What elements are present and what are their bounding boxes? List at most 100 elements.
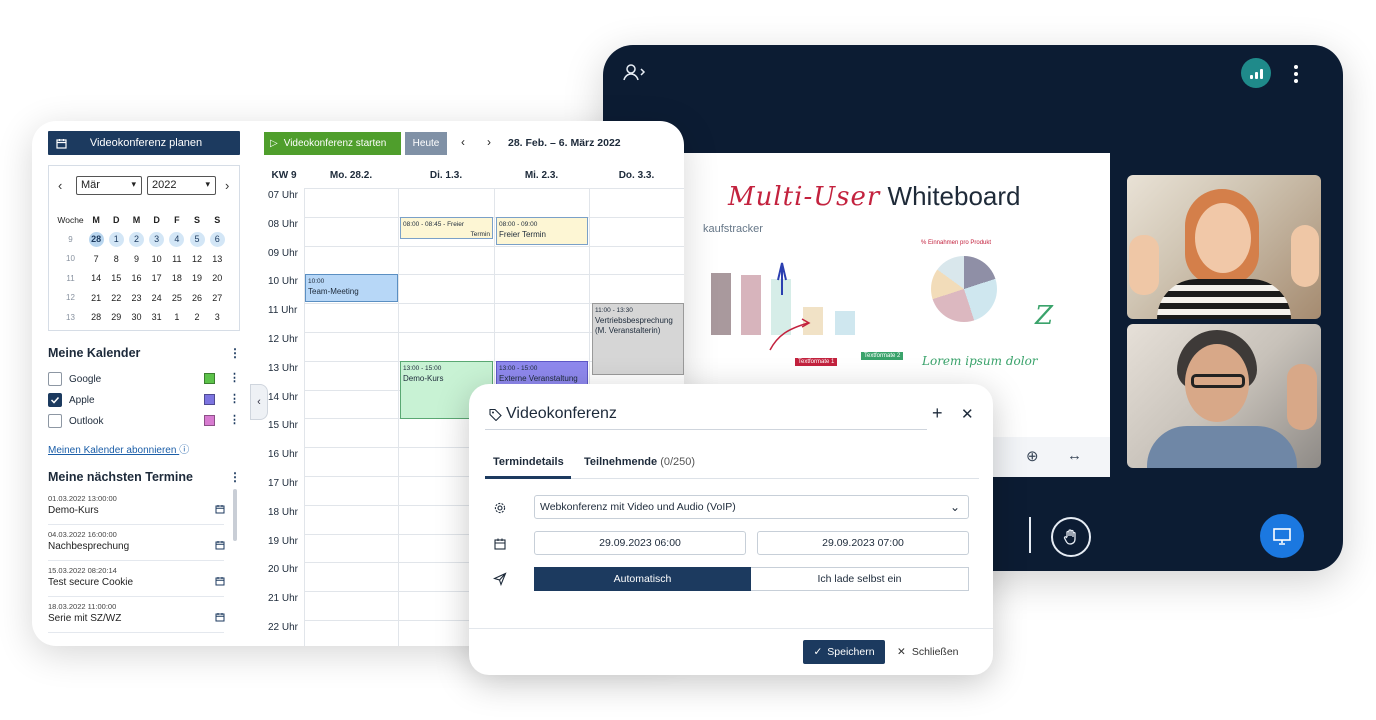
calendar-item-outlook[interactable]: Outlook ⋮ — [48, 411, 240, 431]
mini-calendar-day[interactable]: 12 — [187, 254, 207, 264]
invite-mode-manual[interactable]: Ich lade selbst ein — [751, 567, 969, 591]
week-number[interactable]: 13 — [55, 313, 86, 322]
week-number[interactable]: 9 — [55, 235, 86, 244]
mini-calendar-day[interactable]: 25 — [167, 293, 187, 303]
calendar-color-swatch[interactable] — [204, 373, 215, 384]
mini-calendar-day[interactable]: 1 — [167, 312, 187, 322]
close-button[interactable]: ✕ Schließen — [897, 640, 959, 664]
event-free-slot[interactable]: 08:00 - 08:45 - Freier Termin — [400, 217, 493, 239]
mini-calendar-day[interactable]: 24 — [147, 293, 167, 303]
checkbox[interactable] — [48, 414, 62, 428]
present-screen-button[interactable] — [1260, 514, 1304, 558]
mini-calendar-day[interactable]: 29 — [106, 312, 126, 322]
week-number[interactable]: 11 — [55, 274, 86, 283]
mini-cal-next-button[interactable]: › — [225, 178, 229, 193]
mini-calendar-day[interactable]: 14 — [86, 273, 106, 283]
calendar-icon[interactable] — [215, 537, 225, 555]
event-team-meeting[interactable]: 10:00 Team-Meeting — [305, 274, 398, 302]
day-column-header[interactable]: Do. 3.3. — [589, 164, 684, 188]
close-icon[interactable]: ✕ — [961, 405, 974, 423]
zoom-in-icon[interactable]: ⊕ — [1026, 447, 1039, 465]
help-icon[interactable]: ⓘ — [179, 441, 189, 456]
mini-calendar-day[interactable]: 8 — [106, 254, 126, 264]
start-datetime-input[interactable]: 29.09.2023 06:00 — [534, 531, 746, 555]
calendar-icon[interactable] — [215, 501, 225, 519]
mini-calendar-day[interactable]: 5 — [187, 231, 207, 247]
mini-calendar-day[interactable]: 9 — [126, 254, 146, 264]
mini-calendar-day[interactable]: 15 — [106, 273, 126, 283]
plan-video-conference-button[interactable]: Videokonferenz planen — [48, 131, 240, 155]
calendar-icon[interactable] — [215, 609, 225, 627]
mini-calendar-day[interactable]: 30 — [126, 312, 146, 322]
week-number[interactable]: 10 — [55, 254, 86, 263]
week-number[interactable]: 12 — [55, 293, 86, 302]
mini-calendar-day[interactable]: 13 — [207, 254, 227, 264]
end-datetime-input[interactable]: 29.09.2023 07:00 — [757, 531, 969, 555]
start-video-conference-button[interactable]: ▷ Videokonferenz starten — [264, 132, 401, 155]
mini-calendar-day[interactable]: 19 — [187, 273, 207, 283]
list-item[interactable]: 04.03.2022 16:00:00 Nachbesprechung — [48, 527, 225, 561]
calendar-item-apple[interactable]: Apple ⋮ — [48, 390, 240, 410]
calendar-item-google[interactable]: Google ⋮ — [48, 369, 240, 389]
fit-width-icon[interactable]: ↔ — [1067, 447, 1082, 464]
mini-calendar-day[interactable]: 3 — [207, 312, 227, 322]
mini-calendar-day[interactable]: 26 — [187, 293, 207, 303]
mini-calendar-day[interactable]: 6 — [207, 231, 227, 247]
appointments-scrollbar[interactable] — [233, 489, 237, 541]
list-item[interactable]: 15.03.2022 08:20:14 Test secure Cookie — [48, 563, 225, 597]
year-select[interactable]: 2022 ▾ — [147, 176, 216, 195]
calendar-item-menu-icon[interactable]: ⋮ — [229, 413, 240, 426]
month-select[interactable]: Mär ▾ — [76, 176, 142, 195]
calendar-item-menu-icon[interactable]: ⋮ — [229, 392, 240, 405]
mini-calendar-day[interactable]: 20 — [207, 273, 227, 283]
mini-calendar-day[interactable]: 31 — [147, 312, 167, 322]
conference-type-select[interactable]: Webkonferenz mit Video und Audio (VoIP) … — [534, 495, 969, 519]
mini-calendar-day[interactable]: 3 — [147, 231, 167, 247]
day-column-header[interactable]: Mo. 28.2. — [304, 164, 398, 188]
subscribe-calendar-link[interactable]: Meinen Kalender abonnieren ⓘ — [48, 441, 189, 456]
invite-mode-automatic[interactable]: Automatisch — [534, 567, 751, 591]
add-icon[interactable]: + — [932, 403, 943, 424]
prev-week-button[interactable]: ‹ — [461, 135, 465, 149]
mini-calendar-day[interactable]: 4 — [167, 231, 187, 247]
mini-calendar-day[interactable]: 1 — [106, 231, 126, 247]
calendar-item-menu-icon[interactable]: ⋮ — [229, 371, 240, 384]
day-column-header[interactable]: Mi. 2.3. — [494, 164, 589, 188]
mini-calendar-day[interactable]: 10 — [147, 254, 167, 264]
connection-signal-icon[interactable] — [1241, 58, 1271, 88]
event-sales-meeting[interactable]: 11:00 - 13:30 Vertriebsbesprechung (M. V… — [592, 303, 684, 375]
tab-participants[interactable]: Teilnehmende (0/250) — [584, 456, 695, 468]
raise-hand-button[interactable] — [1051, 517, 1091, 557]
checkbox[interactable] — [48, 372, 62, 386]
tab-details[interactable]: Termindetails — [493, 456, 564, 468]
save-button[interactable]: ✓ Speichern — [803, 640, 885, 664]
calendars-menu-icon[interactable]: ⋮ — [229, 346, 241, 360]
list-item[interactable]: 01.03.2022 13:00:00 Demo-Kurs — [48, 491, 225, 525]
mini-calendar-day[interactable]: 17 — [147, 273, 167, 283]
dialog-title[interactable]: Videokonferenz — [506, 405, 617, 423]
event-free-appointment[interactable]: 08:00 - 09:00 Freier Termin — [496, 217, 588, 245]
mini-calendar-day[interactable]: 28 — [86, 231, 106, 247]
calendar-color-swatch[interactable] — [204, 394, 215, 405]
appointments-menu-icon[interactable]: ⋮ — [229, 470, 241, 484]
mini-calendar-day[interactable]: 11 — [167, 254, 187, 264]
mini-cal-prev-button[interactable]: ‹ — [58, 178, 62, 193]
mini-calendar-day[interactable]: 7 — [86, 254, 106, 264]
mini-calendar-day[interactable]: 2 — [126, 231, 146, 247]
calendar-icon[interactable] — [215, 573, 225, 591]
mini-calendar-day[interactable]: 18 — [167, 273, 187, 283]
mini-calendar-day[interactable]: 21 — [86, 293, 106, 303]
today-button[interactable]: Heute — [405, 132, 447, 155]
mini-calendar-day[interactable]: 28 — [86, 312, 106, 322]
list-item[interactable]: 18.03.2022 11:00:00 Serie mit SZ/WZ — [48, 599, 225, 633]
participants-icon[interactable] — [623, 63, 649, 83]
mini-calendar-day[interactable]: 2 — [187, 312, 207, 322]
mini-calendar-day[interactable]: 27 — [207, 293, 227, 303]
calendar-color-swatch[interactable] — [204, 415, 215, 426]
mini-calendar-day[interactable]: 23 — [126, 293, 146, 303]
next-week-button[interactable]: › — [487, 135, 491, 149]
checkbox[interactable] — [48, 393, 62, 407]
day-column-header[interactable]: Di. 1.3. — [398, 164, 494, 188]
mini-calendar-day[interactable]: 22 — [106, 293, 126, 303]
more-options-icon[interactable] — [1289, 63, 1303, 85]
